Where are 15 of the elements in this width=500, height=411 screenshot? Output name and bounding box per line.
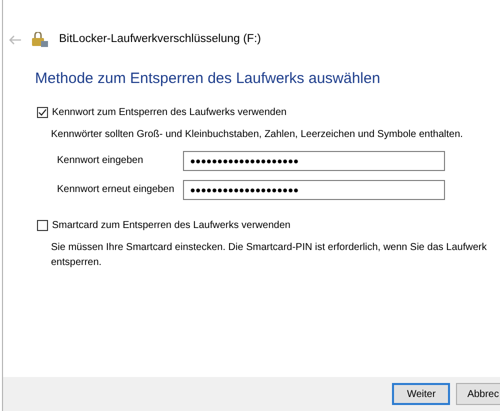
dialog-button[interactable]: Abbrec	[456, 383, 500, 405]
dialog-button[interactable]: Weiter	[392, 383, 450, 405]
back-arrow-icon[interactable]	[9, 34, 21, 44]
field-label: Kennwort eingeben	[57, 154, 144, 168]
window-title: BitLocker-Laufwerkverschlüsselung (F:)	[59, 32, 261, 47]
password-field[interactable]: ●●●●●●●●●●●●●●●●●●●●	[183, 150, 445, 170]
option-checkbox[interactable]: Kennwort zum Entsperren des Laufwerks verwenden	[37, 104, 500, 120]
hint-text: Sie müssen Ihre Smartcard einstecken. Die Smartcard-PIN ist erforderlich, wenn Sie das Laufwerk entsperren.	[51, 240, 488, 270]
option-checkbox[interactable]: Smartcard zum Entsperren des Laufwerks verwenden	[37, 218, 500, 232]
drive-lock-icon	[31, 32, 49, 48]
password-field[interactable]: ●●●●●●●●●●●●●●●●●●●●	[183, 180, 445, 200]
hint-text: Kennwörter sollten Groß- und Kleinbuchstaben, Zahlen, Leerzeichen und Symbole enthalten.	[51, 128, 464, 142]
check-icon	[38, 108, 47, 116]
page-heading: Methode zum Entsperren des Laufwerks auswählen	[35, 69, 382, 89]
field-label: Kennwort erneut eingeben	[57, 183, 176, 197]
